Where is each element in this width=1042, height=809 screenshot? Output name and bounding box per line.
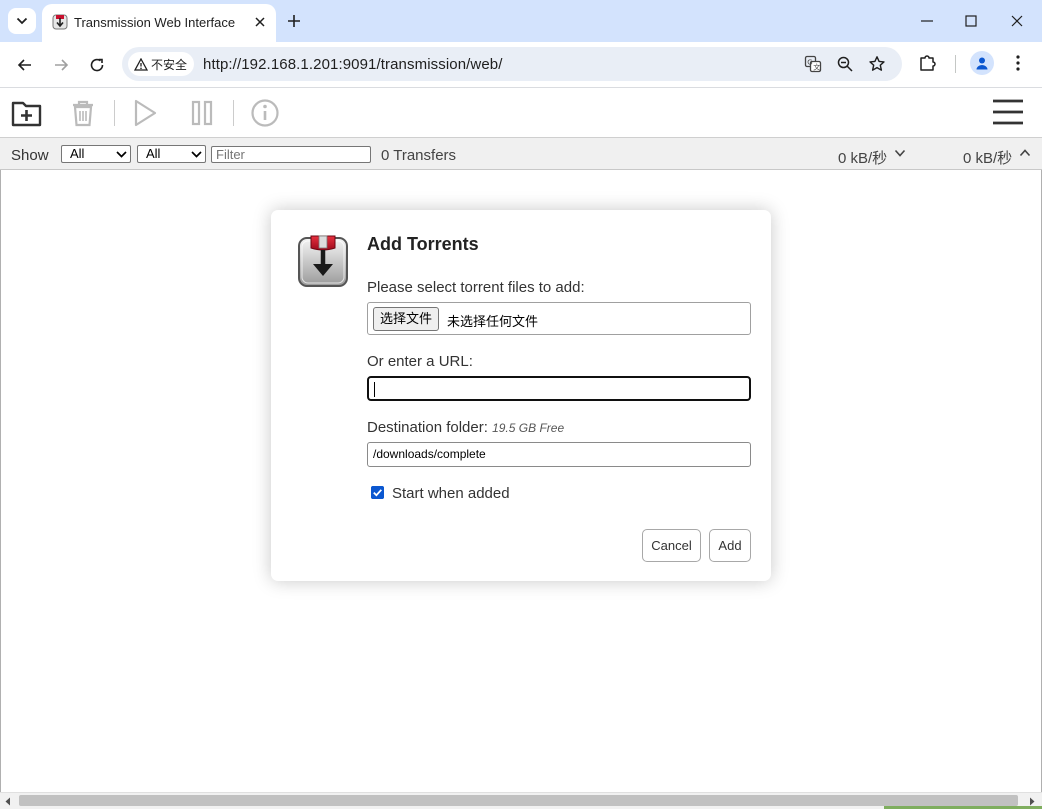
zoom-icon[interactable] [836, 55, 854, 73]
free-space-text: 19.5 GB Free [492, 421, 565, 435]
text-cursor [374, 382, 375, 397]
start-when-added-label[interactable]: Start when added [392, 485, 510, 502]
filter-input[interactable]: Filter [211, 146, 371, 163]
back-arrow-icon[interactable] [14, 54, 36, 76]
hamburger-menu-icon[interactable] [991, 97, 1025, 127]
tab-search-button[interactable] [8, 8, 36, 34]
tab-title: Transmission Web Interface [74, 15, 236, 30]
destination-label-row: Destination folder: 19.5 GB Free [367, 419, 564, 436]
browser-tab-strip: Transmission Web Interface [0, 0, 1042, 42]
transmission-toolbar [0, 88, 1042, 138]
browser-menu-dots-icon[interactable] [1008, 53, 1028, 73]
translate-icon[interactable]: G 文 [804, 55, 822, 73]
destination-label: Destination folder: [367, 419, 488, 436]
scroll-right-arrow-icon[interactable] [1028, 797, 1036, 806]
upload-speed: 0 kB/秒 [963, 150, 1013, 167]
tracker-filter-value: All [146, 146, 161, 161]
transmission-logo-icon [298, 235, 348, 287]
toolbar-divider [955, 55, 956, 73]
filter-bar: Show All All Filter 0 Transfers 0 kB/秒 0… [0, 138, 1042, 170]
destination-folder-value: /downloads/complete [373, 447, 486, 461]
pause-icon[interactable] [185, 96, 219, 130]
torrent-files-label: Please select torrent files to add: [367, 279, 585, 296]
svg-text:G: G [807, 59, 812, 67]
torrent-file-input[interactable]: 选择文件 未选择任何文件 [367, 302, 751, 335]
chevron-down-icon [191, 151, 202, 158]
browser-tab-active[interactable]: Transmission Web Interface [42, 4, 276, 42]
upload-arrow-icon [1019, 149, 1031, 157]
scrollbar-thumb[interactable] [19, 795, 1018, 806]
forward-arrow-icon[interactable] [50, 54, 72, 76]
filter-placeholder: Filter [216, 147, 245, 162]
address-bar[interactable]: 不安全 http://192.168.1.201:9091/transmissi… [122, 47, 902, 81]
warning-triangle-icon [134, 57, 148, 71]
transfers-count: 0 Transfers [381, 147, 457, 164]
extensions-puzzle-icon[interactable] [918, 53, 938, 73]
reload-icon[interactable] [86, 54, 108, 76]
destination-folder-input[interactable]: /downloads/complete [367, 442, 751, 467]
chevron-down-icon [116, 151, 127, 158]
toolbar-separator [233, 100, 234, 126]
close-window-icon[interactable] [1008, 12, 1026, 30]
security-indicator[interactable]: 不安全 [128, 52, 195, 76]
remove-icon[interactable] [66, 96, 100, 130]
transmission-favicon-icon [52, 14, 68, 30]
tracker-filter-select[interactable]: All [137, 145, 206, 163]
browser-toolbar: 不安全 http://192.168.1.201:9091/transmissi… [0, 42, 1042, 88]
dialog-title: Add Torrents [367, 234, 479, 254]
add-torrents-dialog: Add Torrents Please select torrent files… [271, 210, 771, 581]
file-status-text: 未选择任何文件 [447, 314, 539, 329]
minimize-window-icon[interactable] [918, 12, 936, 30]
chevron-down-icon [16, 17, 28, 25]
bookmark-star-icon[interactable] [868, 55, 886, 73]
start-icon[interactable] [128, 96, 162, 130]
scroll-left-arrow-icon[interactable] [4, 797, 12, 806]
person-icon [976, 57, 988, 70]
profile-avatar-icon[interactable] [970, 51, 994, 75]
open-torrent-icon[interactable] [10, 96, 44, 130]
download-arrow-icon [894, 149, 906, 157]
security-label: 不安全 [151, 57, 188, 72]
svg-text:文: 文 [813, 63, 820, 72]
url-text[interactable]: http://192.168.1.201:9091/transmission/w… [203, 56, 503, 73]
choose-file-button[interactable]: 选择文件 [373, 307, 440, 331]
state-filter-select[interactable]: All [61, 145, 131, 163]
state-filter-value: All [70, 146, 85, 161]
toolbar-separator [114, 100, 115, 126]
download-speed: 0 kB/秒 [838, 150, 888, 167]
start-when-added-checkbox[interactable] [371, 486, 384, 499]
close-tab-icon[interactable] [252, 14, 268, 30]
maximize-window-icon[interactable] [962, 12, 980, 30]
info-icon[interactable] [248, 96, 282, 130]
cancel-button[interactable]: Cancel [642, 529, 701, 562]
show-label: Show [11, 147, 49, 164]
url-label: Or enter a URL: [367, 353, 473, 370]
torrent-url-input[interactable] [367, 376, 751, 401]
add-button[interactable]: Add [709, 529, 751, 562]
new-tab-icon[interactable] [284, 11, 304, 31]
